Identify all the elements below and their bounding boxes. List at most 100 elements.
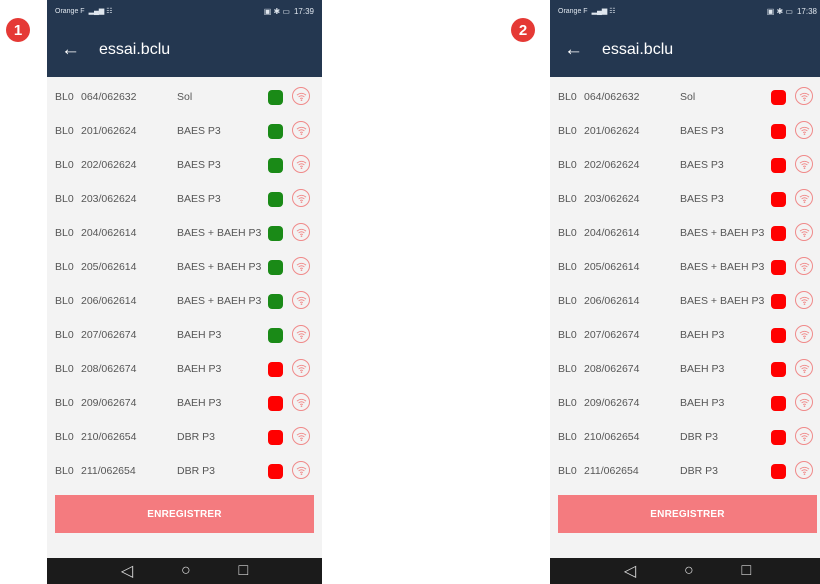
save-button[interactable]: ENREGISTRER (558, 495, 817, 533)
wifi-signal-icon[interactable] (292, 393, 310, 411)
nav-back-icon[interactable]: ◁ (121, 561, 133, 581)
status-indicator[interactable] (771, 430, 786, 445)
device-code: 211/062654 (81, 465, 136, 477)
wifi-signal-icon[interactable] (795, 359, 813, 377)
device-list: BL0 064/062632 Sol BL0 201/062624 BAES P3 BL0 2… (47, 80, 322, 488)
status-indicator[interactable] (268, 464, 283, 479)
list-item[interactable]: BL0 201/062624 BAES P3 (47, 114, 322, 148)
device-label: Sol (177, 91, 193, 103)
save-button[interactable]: ENREGISTRER (55, 495, 314, 533)
wifi-signal-icon[interactable] (292, 359, 310, 377)
status-indicator[interactable] (771, 90, 786, 105)
phone-screen-1: Orange F ▂▄▆ ☷ ▣ ✱ ▭ 17:39 ← essai.bclu … (47, 0, 322, 584)
status-indicator[interactable] (268, 328, 283, 343)
nav-recents-icon[interactable]: □ (741, 562, 751, 580)
list-item[interactable]: BL0 064/062632 Sol (47, 80, 322, 114)
wifi-signal-icon[interactable] (795, 325, 813, 343)
status-indicator[interactable] (771, 294, 786, 309)
list-item[interactable]: BL0 201/062624 BAES P3 (550, 114, 820, 148)
status-indicator[interactable] (268, 260, 283, 275)
block-code: BL0 (558, 397, 577, 409)
list-item[interactable]: BL0 205/062614 BAES + BAEH P3 (550, 250, 820, 284)
status-indicator[interactable] (771, 396, 786, 411)
status-indicator[interactable] (268, 226, 283, 241)
status-indicator[interactable] (268, 90, 283, 105)
status-indicator[interactable] (771, 226, 786, 241)
wifi-signal-icon[interactable] (795, 87, 813, 105)
status-indicator[interactable] (268, 430, 283, 445)
nav-recents-icon[interactable]: □ (238, 562, 248, 580)
list-item[interactable]: BL0 208/062674 BAEH P3 (550, 352, 820, 386)
device-code: 201/062624 (81, 125, 137, 137)
list-item[interactable]: BL0 207/062674 BAEH P3 (47, 318, 322, 352)
list-item[interactable]: BL0 203/062624 BAES P3 (47, 182, 322, 216)
wifi-signal-icon[interactable] (292, 189, 310, 207)
wifi-signal-icon[interactable] (795, 121, 813, 139)
wifi-signal-icon[interactable] (292, 291, 310, 309)
wifi-signal-icon[interactable] (292, 121, 310, 139)
list-item[interactable]: BL0 206/062614 BAES + BAEH P3 (550, 284, 820, 318)
list-item[interactable]: BL0 210/062654 DBR P3 (550, 420, 820, 454)
wifi-signal-icon[interactable] (795, 155, 813, 173)
arrow-left-icon[interactable]: ← (61, 39, 99, 61)
status-indicator[interactable] (268, 124, 283, 139)
carrier-name: Orange F (558, 7, 588, 15)
block-code: BL0 (55, 261, 74, 273)
list-item[interactable]: BL0 204/062614 BAES + BAEH P3 (47, 216, 322, 250)
list-item[interactable]: BL0 202/062624 BAES P3 (47, 148, 322, 182)
wifi-signal-icon[interactable] (795, 393, 813, 411)
wifi-signal-icon[interactable] (292, 427, 310, 445)
list-item[interactable]: BL0 211/062654 DBR P3 (550, 454, 820, 488)
status-indicator[interactable] (771, 362, 786, 377)
list-item[interactable]: BL0 203/062624 BAES P3 (550, 182, 820, 216)
wifi-signal-icon[interactable] (795, 223, 813, 241)
nav-home-icon[interactable]: ○ (181, 562, 191, 580)
wifi-signal-icon[interactable] (292, 325, 310, 343)
status-indicator[interactable] (771, 158, 786, 173)
device-code: 206/062614 (81, 295, 137, 307)
arrow-left-icon[interactable]: ← (564, 39, 602, 61)
list-item[interactable]: BL0 209/062674 BAEH P3 (550, 386, 820, 420)
list-item[interactable]: BL0 209/062674 BAEH P3 (47, 386, 322, 420)
list-item[interactable]: BL0 206/062614 BAES + BAEH P3 (47, 284, 322, 318)
list-item[interactable]: BL0 211/062654 DBR P3 (47, 454, 322, 488)
device-label: BAEH P3 (177, 363, 222, 375)
list-item[interactable]: BL0 205/062614 BAES + BAEH P3 (47, 250, 322, 284)
list-item[interactable]: BL0 064/062632 Sol (550, 80, 820, 114)
status-indicator[interactable] (771, 192, 786, 207)
device-code: 205/062614 (584, 261, 640, 273)
status-icons: ▣ ✱ ▭ (766, 6, 793, 16)
status-indicator[interactable] (771, 260, 786, 275)
status-indicator[interactable] (268, 192, 283, 207)
wifi-signal-icon[interactable] (795, 461, 813, 479)
device-label: DBR P3 (680, 431, 718, 443)
device-label: BAEH P3 (680, 329, 725, 341)
status-indicator[interactable] (771, 328, 786, 343)
wifi-signal-icon[interactable] (795, 257, 813, 275)
list-item[interactable]: BL0 202/062624 BAES P3 (550, 148, 820, 182)
device-label: BAES + BAEH P3 (177, 227, 262, 239)
block-code: BL0 (55, 193, 74, 205)
list-item[interactable]: BL0 207/062674 BAEH P3 (550, 318, 820, 352)
wifi-signal-icon[interactable] (795, 291, 813, 309)
device-label: BAES + BAEH P3 (177, 261, 262, 273)
list-item[interactable]: BL0 210/062654 DBR P3 (47, 420, 322, 454)
list-item[interactable]: BL0 208/062674 BAEH P3 (47, 352, 322, 386)
wifi-signal-icon[interactable] (292, 87, 310, 105)
status-indicator[interactable] (268, 362, 283, 377)
device-code: 203/062624 (81, 193, 137, 205)
wifi-signal-icon[interactable] (292, 257, 310, 275)
wifi-signal-icon[interactable] (292, 155, 310, 173)
status-indicator[interactable] (771, 124, 786, 139)
status-indicator[interactable] (268, 396, 283, 411)
wifi-signal-icon[interactable] (795, 189, 813, 207)
wifi-signal-icon[interactable] (795, 427, 813, 445)
status-indicator[interactable] (771, 464, 786, 479)
wifi-signal-icon[interactable] (292, 223, 310, 241)
wifi-signal-icon[interactable] (292, 461, 310, 479)
status-indicator[interactable] (268, 158, 283, 173)
list-item[interactable]: BL0 204/062614 BAES + BAEH P3 (550, 216, 820, 250)
status-indicator[interactable] (268, 294, 283, 309)
nav-back-icon[interactable]: ◁ (624, 561, 636, 581)
nav-home-icon[interactable]: ○ (684, 562, 694, 580)
